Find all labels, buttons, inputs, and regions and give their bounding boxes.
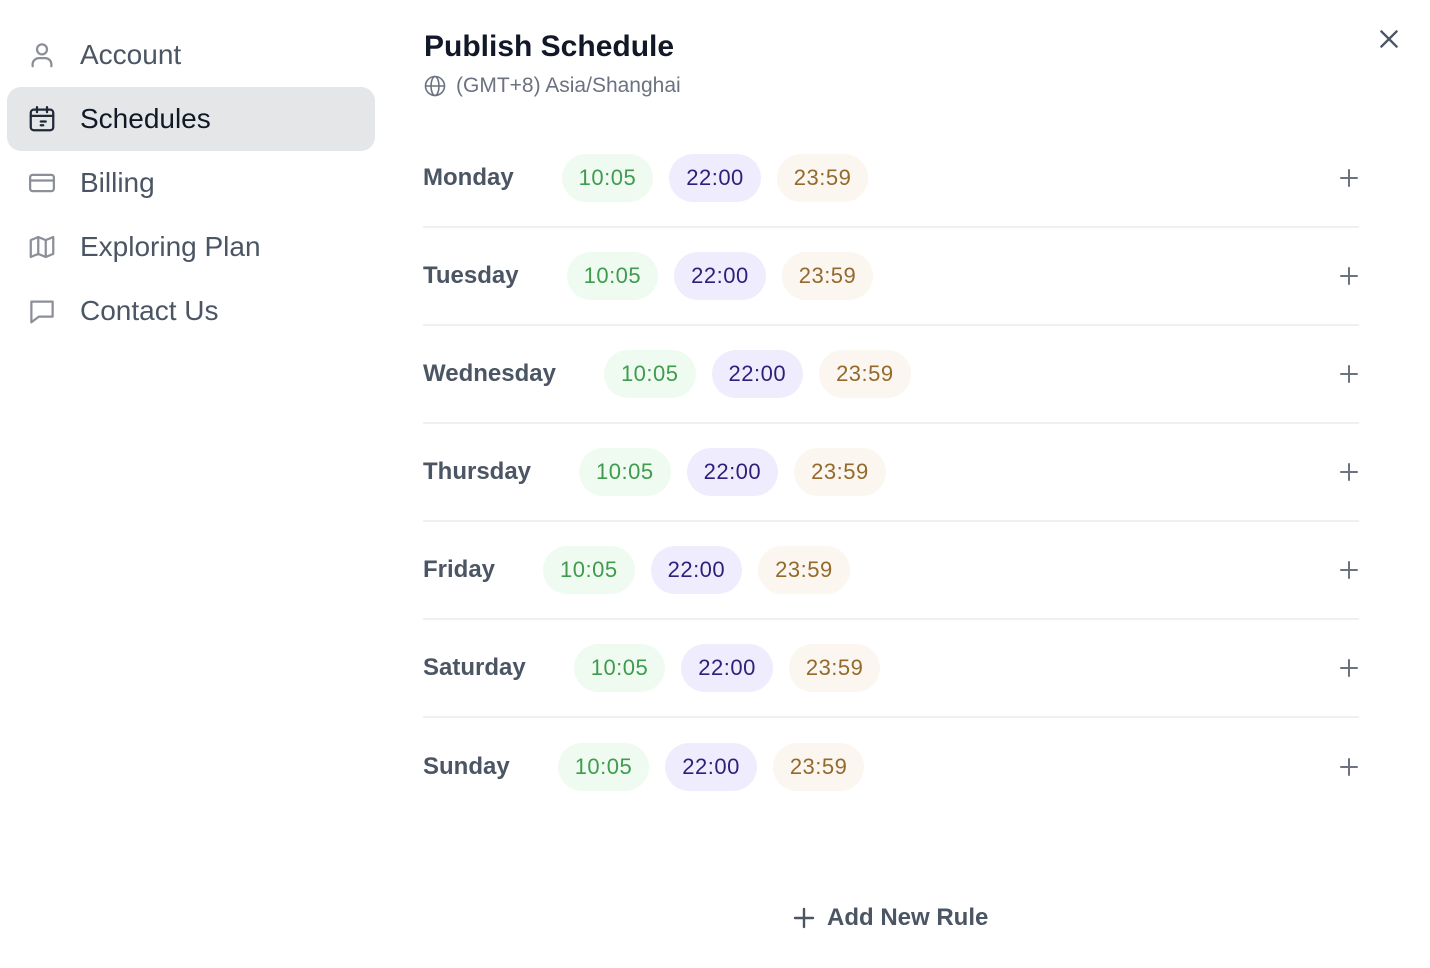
time-chips: 10:05 22:00 23:59 (543, 546, 866, 594)
page-title: Publish Schedule (424, 30, 675, 63)
time-chip[interactable]: 10:05 (579, 448, 671, 496)
day-label: Monday (423, 164, 514, 191)
day-label: Saturday (423, 654, 526, 681)
sidebar-item-label: Contact Us (80, 295, 219, 326)
user-icon (27, 40, 57, 70)
plus-icon (1340, 659, 1358, 677)
time-chip[interactable]: 10:05 (573, 644, 666, 692)
globe-icon (424, 75, 446, 97)
time-chip[interactable]: 10:05 (566, 252, 659, 300)
schedule-row-thursday: Thursday 10:05 22:00 23:59 (423, 424, 1359, 522)
add-time-button[interactable] (1339, 757, 1359, 777)
time-chip[interactable]: 10:05 (603, 350, 696, 398)
sidebar-item-contact-us[interactable]: Contact Us (7, 279, 375, 343)
time-chip[interactable]: 22:00 (669, 154, 761, 202)
time-chip[interactable]: 22:00 (674, 252, 766, 300)
close-button[interactable] (1374, 24, 1404, 54)
close-icon (1380, 30, 1398, 48)
sidebar-item-label: Billing (80, 167, 155, 198)
time-chip[interactable]: 22:00 (665, 743, 757, 791)
sidebar: Account Schedules Billing Exploring Plan… (7, 23, 375, 343)
time-chip[interactable]: 10:05 (561, 154, 654, 202)
sidebar-item-label: Account (80, 39, 182, 70)
sidebar-item-schedules[interactable]: Schedules (7, 87, 375, 151)
add-time-button[interactable] (1339, 364, 1359, 384)
sidebar-item-billing[interactable]: Billing (7, 151, 375, 215)
time-chip[interactable]: 22:00 (686, 448, 779, 496)
time-chip[interactable]: 22:00 (650, 546, 743, 594)
schedule-row-friday: Friday 10:05 22:00 23:59 (423, 522, 1359, 620)
timezone-label: (GMT+8) Asia/Shanghai (423, 74, 681, 98)
schedule-row-sunday: Sunday 10:05 22:00 23:59 (423, 718, 1359, 816)
sidebar-item-label: Schedules (80, 103, 211, 134)
schedule-row-wednesday: Wednesday 10:05 22:00 23:59 (423, 326, 1359, 424)
add-time-button[interactable] (1339, 462, 1359, 482)
time-chip[interactable]: 23:59 (794, 448, 886, 496)
plus-icon (1340, 463, 1358, 481)
day-label: Thursday (423, 458, 532, 485)
plus-icon (1340, 169, 1358, 187)
time-chip[interactable]: 23:59 (776, 154, 869, 202)
chat-bubble-icon (27, 296, 57, 326)
plus-icon (1340, 758, 1358, 776)
day-label: Friday (423, 556, 496, 583)
credit-card-icon (27, 168, 57, 198)
add-time-button[interactable] (1339, 658, 1359, 678)
add-time-button[interactable] (1339, 168, 1359, 188)
timezone-text: (GMT+8) Asia/Shanghai (456, 74, 681, 97)
plus-icon (793, 907, 815, 929)
schedule-list: Monday 10:05 22:00 23:59 Tuesday 10:05 2… (423, 130, 1359, 816)
time-chip[interactable]: 23:59 (758, 546, 850, 594)
plus-icon (1340, 365, 1358, 383)
add-time-button[interactable] (1339, 560, 1359, 580)
day-label: Wednesday (423, 360, 556, 387)
add-rule-label: Add New Rule (827, 904, 989, 931)
schedule-panel: Publish Schedule (GMT+8) Asia/Shanghai M… (423, 0, 1360, 968)
schedule-row-saturday: Saturday 10:05 22:00 23:59 (423, 620, 1359, 718)
app-window: Account Schedules Billing Exploring Plan… (0, 0, 1430, 968)
day-label: Tuesday (423, 262, 519, 289)
day-label: Sunday (423, 753, 510, 780)
schedule-row-monday: Monday 10:05 22:00 23:59 (423, 130, 1359, 228)
time-chip[interactable]: 22:00 (681, 644, 773, 692)
calendar-icon (27, 104, 57, 134)
time-chips: 10:05 22:00 23:59 (557, 743, 881, 791)
time-chips: 10:05 22:00 23:59 (573, 644, 897, 692)
add-new-rule-button[interactable]: Add New Rule (793, 904, 988, 932)
add-time-button[interactable] (1339, 266, 1359, 286)
time-chips: 10:05 22:00 23:59 (566, 252, 890, 300)
plus-icon (1340, 561, 1358, 579)
time-chip[interactable]: 23:59 (788, 644, 881, 692)
map-icon (27, 232, 57, 262)
time-chip[interactable]: 10:05 (543, 546, 635, 594)
schedule-row-tuesday: Tuesday 10:05 22:00 23:59 (423, 228, 1359, 326)
time-chips: 10:05 22:00 23:59 (579, 448, 902, 496)
time-chips: 10:05 22:00 23:59 (603, 350, 927, 398)
time-chip[interactable]: 23:59 (819, 350, 911, 398)
sidebar-item-account[interactable]: Account (7, 23, 375, 87)
sidebar-item-exploring-plan[interactable]: Exploring Plan (7, 215, 375, 279)
time-chip[interactable]: 22:00 (711, 350, 804, 398)
time-chips: 10:05 22:00 23:59 (561, 154, 885, 202)
time-chip[interactable]: 10:05 (557, 743, 650, 791)
sidebar-item-label: Exploring Plan (80, 231, 261, 262)
plus-icon (1340, 267, 1358, 285)
time-chip[interactable]: 23:59 (781, 252, 874, 300)
time-chip[interactable]: 23:59 (772, 743, 865, 791)
